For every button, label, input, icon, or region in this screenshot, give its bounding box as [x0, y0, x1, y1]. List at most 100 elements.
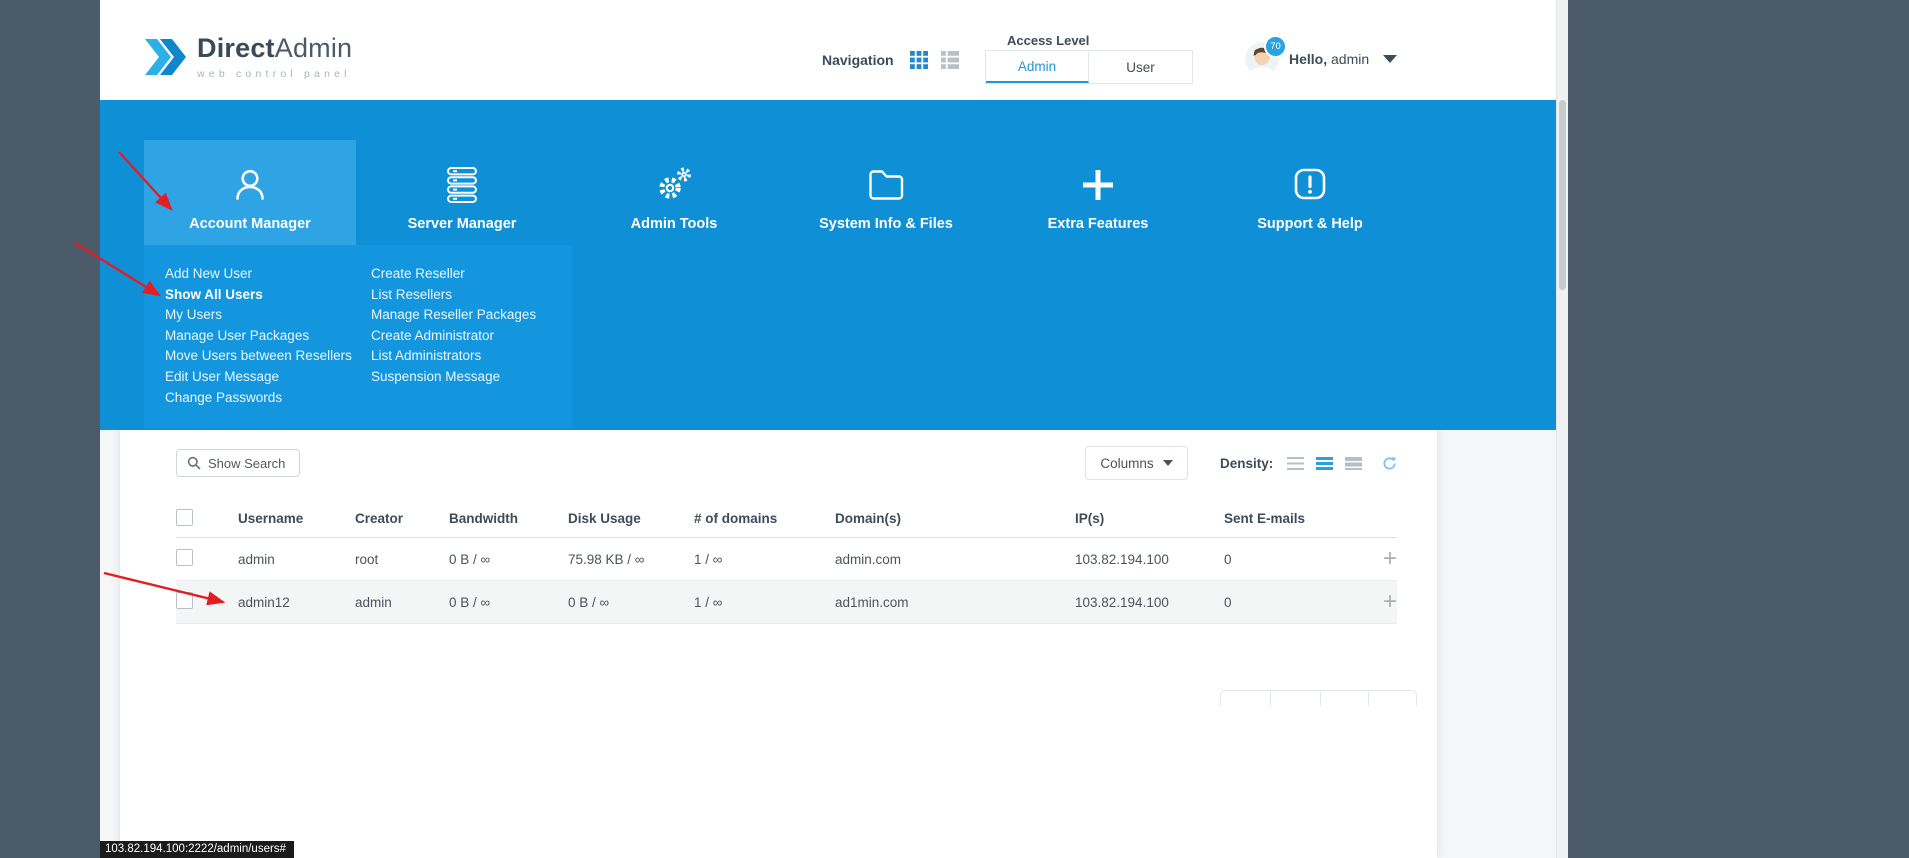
cell-username[interactable]: admin12	[238, 595, 355, 610]
logo-subtitle: web control panel	[197, 68, 352, 80]
list-view-icon[interactable]	[941, 51, 959, 69]
menu-item-manage-user-packages[interactable]: Manage User Packages	[165, 326, 371, 347]
column-header: Sent E-mails	[1224, 511, 1363, 526]
nav-item-admin-tools[interactable]: Admin Tools	[568, 100, 780, 245]
cell-disk-usage: 0 B / ∞	[568, 595, 694, 610]
user-menu[interactable]: 70 Hello, admin	[1245, 40, 1397, 78]
cell-disk-usage: 75.98 KB / ∞	[568, 552, 694, 567]
logo-title-light: Admin	[275, 33, 353, 63]
search-icon	[187, 456, 201, 470]
density-compact-icon[interactable]	[1345, 457, 1362, 470]
show-search-button[interactable]: Show Search	[176, 449, 300, 477]
nav-item-extra-features[interactable]: Extra Features	[992, 100, 1204, 245]
tab-admin[interactable]: Admin	[986, 51, 1089, 83]
show-search-label: Show Search	[208, 456, 285, 471]
folder-icon	[866, 165, 906, 205]
nav-item-system-info-files[interactable]: System Info & Files	[780, 100, 992, 245]
pagination-segment[interactable]	[1321, 691, 1369, 706]
chevron-down-icon[interactable]	[1383, 55, 1397, 63]
nav-item-label: Account Manager	[189, 216, 311, 232]
density-comfortable-icon[interactable]	[1287, 457, 1304, 470]
chevron-down-icon	[1163, 460, 1173, 466]
columns-dropdown[interactable]: Columns	[1085, 446, 1188, 480]
greeting-hello: Hello,	[1289, 51, 1327, 67]
exclamation-help-icon	[1290, 165, 1330, 205]
logo-text: DirectAdmin web control panel	[197, 34, 352, 80]
row-checkbox[interactable]	[176, 592, 193, 609]
pagination-bar[interactable]	[1220, 690, 1417, 706]
expand-row-icon[interactable]: +	[1363, 592, 1397, 612]
cell-num-domains: 1 / ∞	[694, 595, 835, 610]
cell-bandwidth: 0 B / ∞	[449, 595, 568, 610]
menu-item-show-all-users[interactable]: Show All Users	[165, 285, 371, 306]
column-header: Domain(s)	[835, 511, 1075, 526]
density-label: Density:	[1220, 456, 1273, 471]
cell-domains: admin.com	[835, 552, 1075, 567]
scrollbar[interactable]	[1556, 0, 1568, 858]
pagination-segment[interactable]	[1221, 691, 1271, 706]
expand-row-icon[interactable]: +	[1363, 549, 1397, 569]
dropdown-column: Add New User Show All Users My Users Man…	[144, 264, 371, 428]
scrollbar-thumb[interactable]	[1559, 100, 1566, 290]
account-manager-dropdown: Add New User Show All Users My Users Man…	[144, 245, 572, 428]
users-table: Username Creator Bandwidth Disk Usage # …	[176, 500, 1397, 624]
column-header: # of domains	[694, 511, 835, 526]
navigation-label: Navigation	[822, 52, 894, 68]
cell-bandwidth: 0 B / ∞	[449, 552, 568, 567]
table-row[interactable]: admin root 0 B / ∞ 75.98 KB / ∞ 1 / ∞ ad…	[176, 538, 1397, 581]
access-level-block: Access Level Admin User	[985, 33, 1193, 84]
cell-domains: ad1min.com	[835, 595, 1075, 610]
select-all-checkbox[interactable]	[176, 509, 193, 526]
grid-view-icon[interactable]	[910, 51, 928, 69]
desktop-backdrop: BACK Show Search Columns	[0, 0, 1909, 858]
menu-item-list-administrators[interactable]: List Administrators	[371, 346, 572, 367]
pagination-segment[interactable]	[1369, 691, 1416, 706]
tab-user[interactable]: User	[1089, 51, 1192, 83]
nav-item-account-manager[interactable]: Account Manager	[144, 100, 356, 245]
cell-creator: admin	[355, 595, 449, 610]
nav-item-support-help[interactable]: Support & Help	[1204, 100, 1416, 245]
nav-item-label: System Info & Files	[819, 216, 953, 232]
greeting-username: admin	[1331, 51, 1369, 67]
access-level-tabs: Admin User	[985, 50, 1193, 84]
menu-item-create-reseller[interactable]: Create Reseller	[371, 264, 572, 285]
nav-item-server-manager[interactable]: Server Manager	[356, 100, 568, 245]
avatar[interactable]: 70	[1245, 42, 1279, 76]
columns-label: Columns	[1100, 456, 1153, 471]
logo-title-bold: Direct	[197, 33, 275, 63]
table-row[interactable]: admin12 admin 0 B / ∞ 0 B / ∞ 1 / ∞ ad1m…	[176, 581, 1397, 624]
nav-item-label: Support & Help	[1257, 216, 1363, 232]
gears-icon	[654, 165, 694, 205]
menu-item-change-passwords[interactable]: Change Passwords	[165, 388, 371, 409]
pagination-segment[interactable]	[1271, 691, 1321, 706]
plus-icon	[1078, 165, 1118, 205]
column-header: Username	[238, 511, 355, 526]
column-header: Disk Usage	[568, 511, 694, 526]
menu-item-list-resellers[interactable]: List Resellers	[371, 285, 572, 306]
page-content: BACK Show Search Columns	[100, 0, 1556, 858]
nav-item-label: Admin Tools	[631, 216, 718, 232]
app-header: DirectAdmin web control panel Navigation	[100, 0, 1556, 100]
cell-ips: 103.82.194.100	[1075, 595, 1224, 610]
refresh-icon[interactable]	[1382, 456, 1397, 471]
menu-item-edit-user-message[interactable]: Edit User Message	[165, 367, 371, 388]
cell-sent-emails: 0	[1224, 552, 1363, 567]
table-header-row: Username Creator Bandwidth Disk Usage # …	[176, 500, 1397, 538]
chevrons-logo-icon	[145, 39, 187, 75]
menu-item-suspension-message[interactable]: Suspension Message	[371, 367, 572, 388]
menu-item-manage-reseller-packages[interactable]: Manage Reseller Packages	[371, 305, 572, 326]
cell-username[interactable]: admin	[238, 552, 355, 567]
menu-item-add-new-user[interactable]: Add New User	[165, 264, 371, 285]
menu-item-create-administrator[interactable]: Create Administrator	[371, 326, 572, 347]
column-header: Bandwidth	[449, 511, 568, 526]
menu-item-my-users[interactable]: My Users	[165, 305, 371, 326]
cell-creator: root	[355, 552, 449, 567]
density-normal-icon[interactable]	[1316, 457, 1333, 470]
main-nav: Account Manager Server Manager	[144, 100, 1416, 245]
row-checkbox[interactable]	[176, 549, 193, 566]
density-controls: Density:	[1220, 446, 1397, 480]
access-level-label: Access Level	[1007, 33, 1193, 48]
menu-item-move-users-between-resellers[interactable]: Move Users between Resellers	[165, 346, 371, 367]
cell-sent-emails: 0	[1224, 595, 1363, 610]
directadmin-logo[interactable]: DirectAdmin web control panel	[145, 34, 352, 80]
